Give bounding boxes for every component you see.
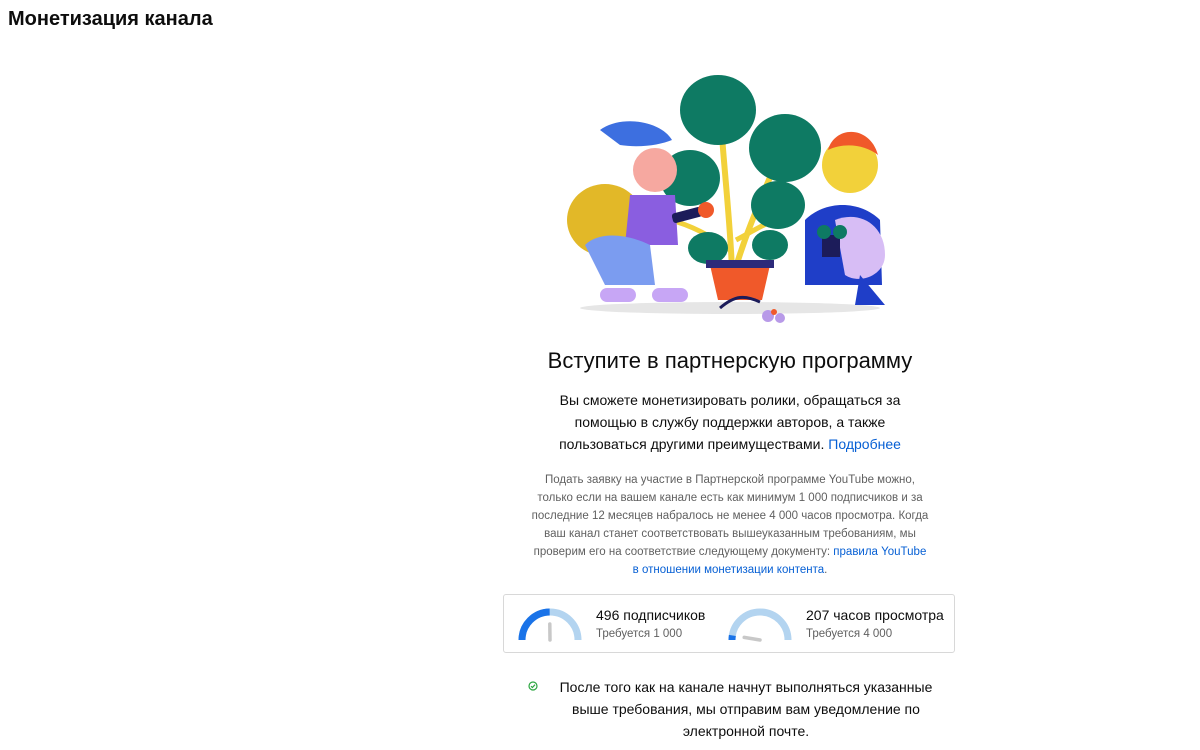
partner-program-headline: Вступите в партнерскую программу (547, 348, 913, 373)
watch-hours-stat: 207 часов просмотра Требуется 4 000 (726, 595, 951, 652)
page-title: Монетизация канала (8, 8, 213, 30)
check-circle-icon (528, 681, 538, 691)
notification-text: После того как на канале начнут выполнят… (559, 679, 933, 739)
learn-more-link[interactable]: Подробнее (828, 436, 901, 452)
partner-program-description: Вы сможете монетизировать ролики, обраща… (555, 389, 905, 455)
subscribers-required: Требуется 1 000 (596, 628, 683, 640)
eligibility-stats-card: 496 подписчиков Требуется 1 000 207 часо… (503, 594, 955, 653)
subscribers-stat: 496 подписчиков Требуется 1 000 (516, 595, 726, 652)
eligibility-note: Подать заявку на участие в Партнерской п… (530, 471, 930, 579)
watch-hours-gauge (728, 608, 792, 642)
partner-program-illustration (567, 75, 885, 323)
subscribers-gauge (518, 608, 582, 642)
eligibility-note-end: . (824, 564, 828, 576)
gauge-needle (742, 635, 762, 642)
watch-hours-required: Требуется 4 000 (806, 628, 893, 640)
watch-hours-count: 207 часов просмотра (806, 607, 944, 623)
gauge-fill (518, 608, 550, 641)
subscribers-count: 496 подписчиков (596, 607, 706, 623)
gauge-track (728, 608, 792, 641)
